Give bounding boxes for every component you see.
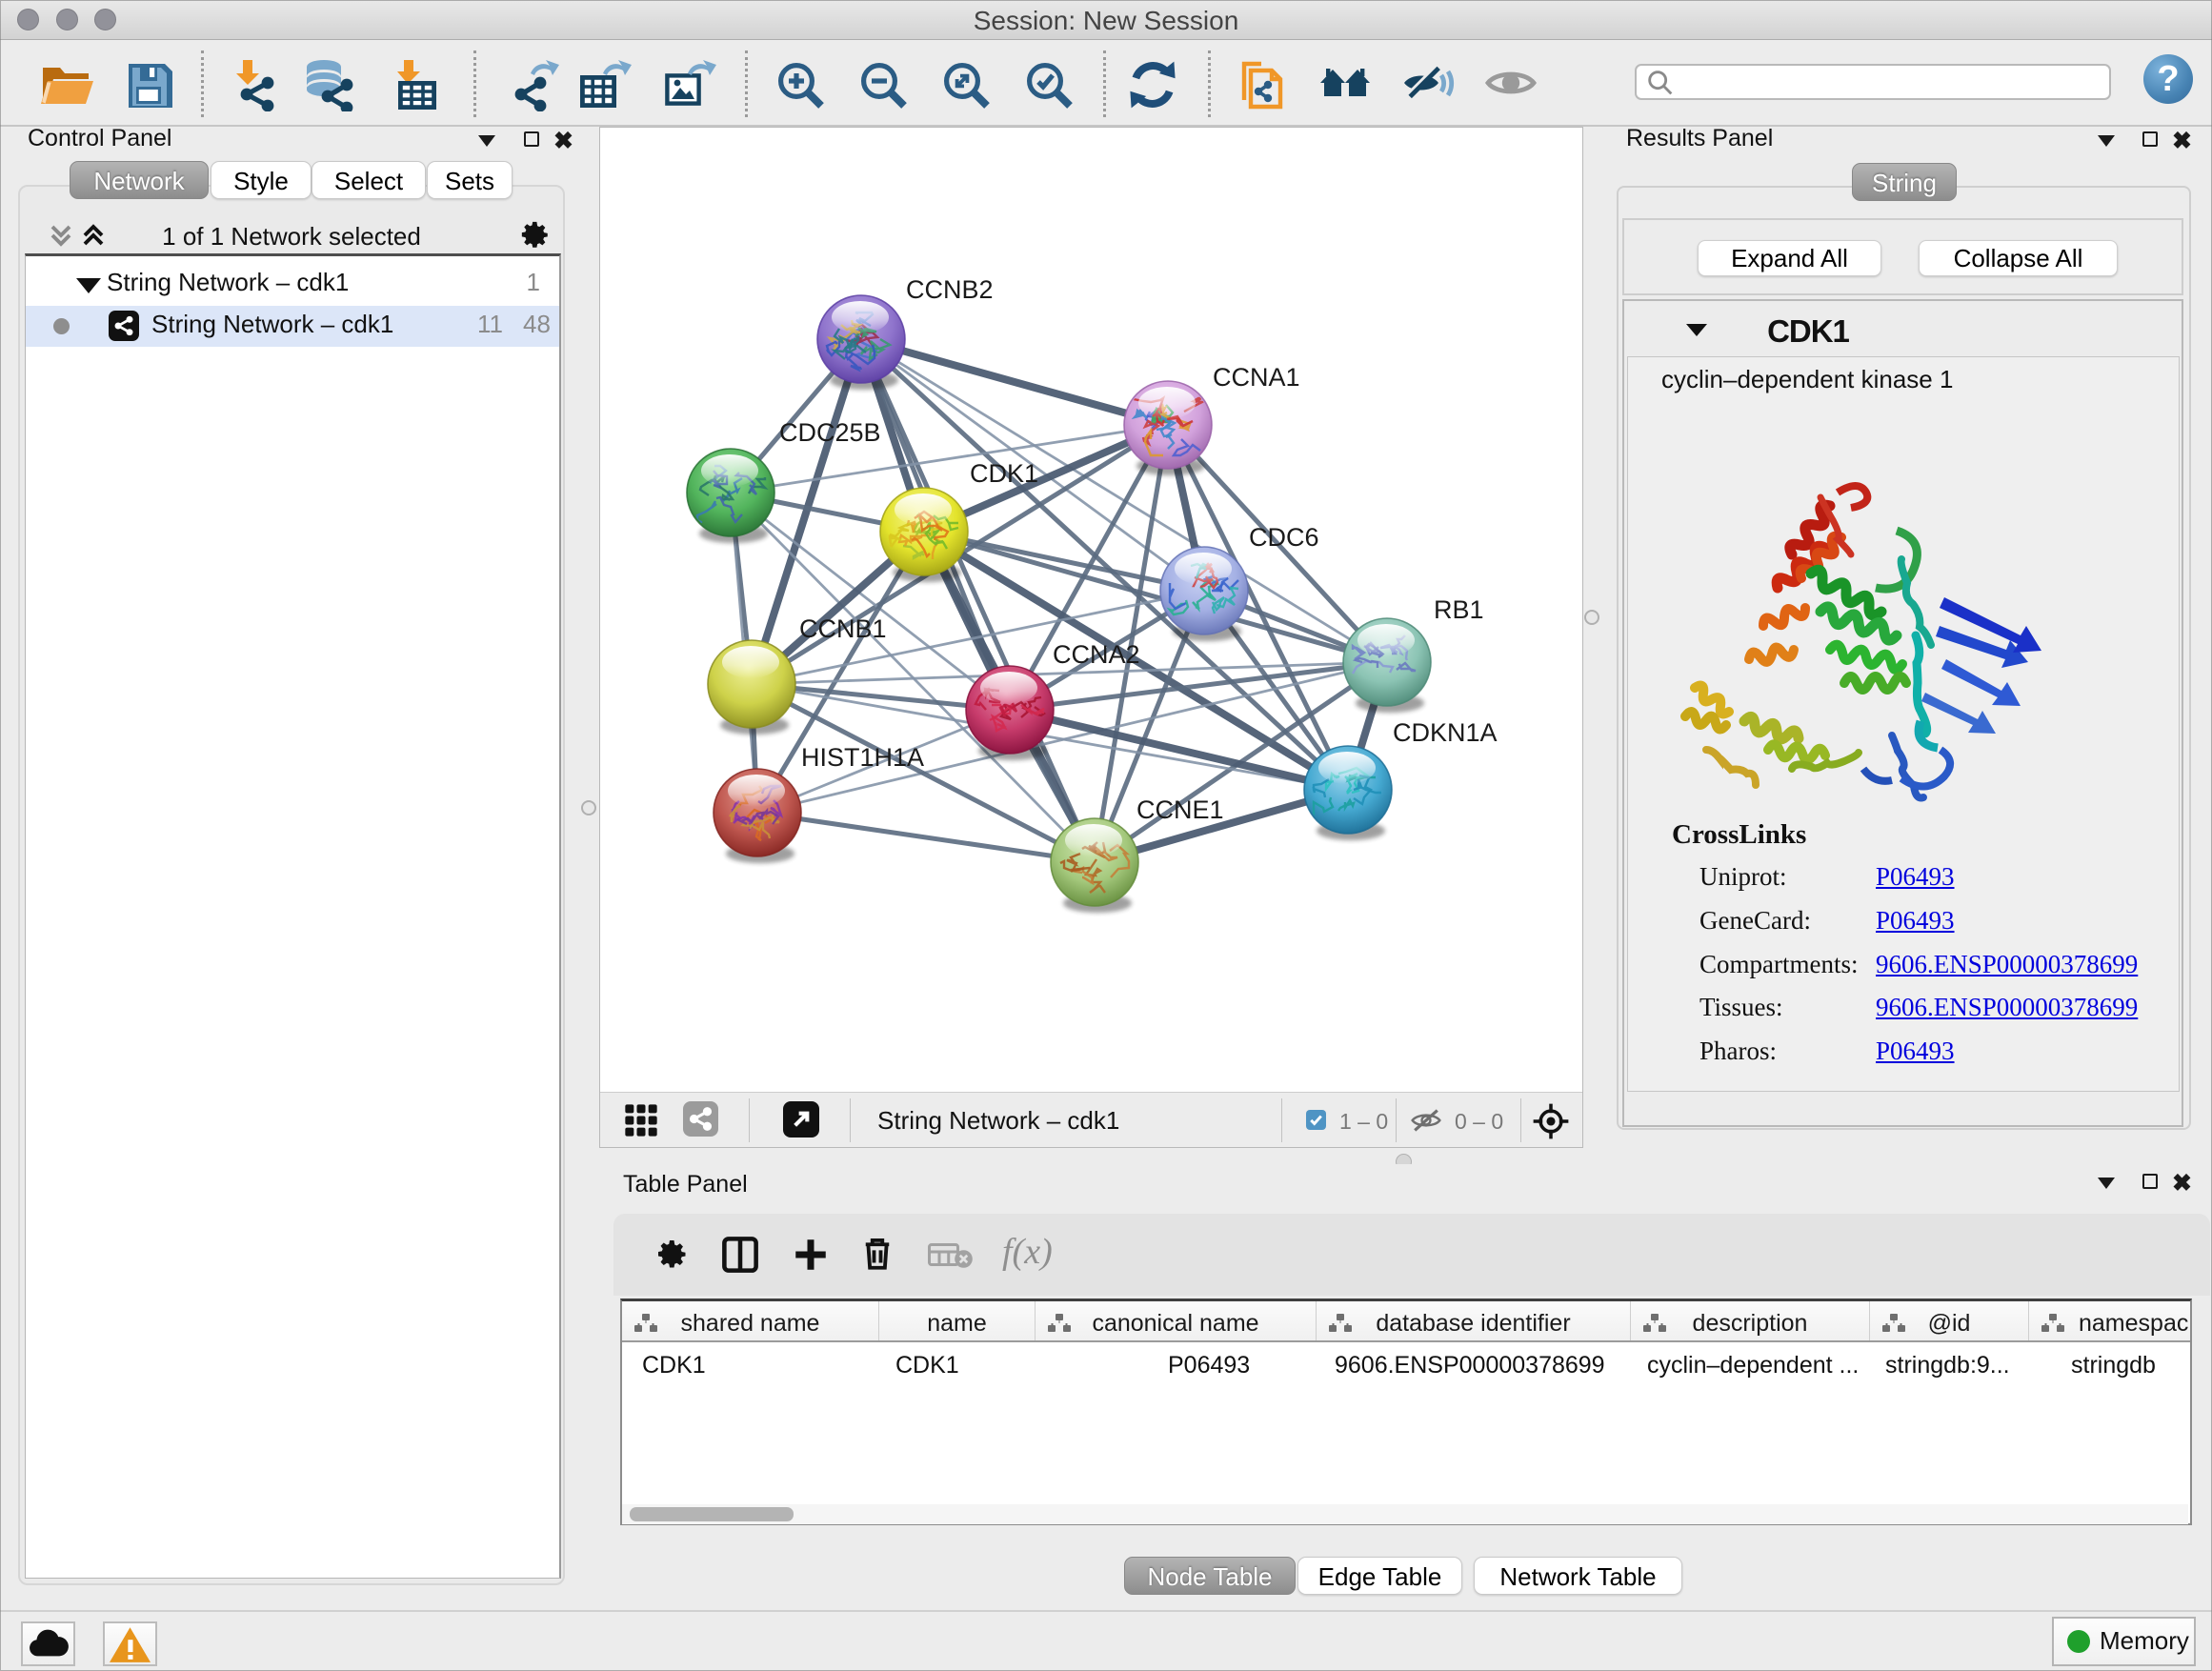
svg-text:CDKN1A: CDKN1A: [1393, 718, 1498, 747]
svg-text:CDC6: CDC6: [1249, 523, 1319, 552]
svg-text:RB1: RB1: [1434, 595, 1484, 624]
svg-text:HIST1H1A: HIST1H1A: [801, 743, 924, 772]
svg-text:CDC25B: CDC25B: [779, 418, 881, 447]
svg-text:CCNA1: CCNA1: [1213, 363, 1300, 392]
svg-text:CCNE1: CCNE1: [1136, 795, 1224, 824]
svg-text:CCNA2: CCNA2: [1053, 640, 1140, 669]
svg-text:CCNB1: CCNB1: [799, 614, 887, 643]
svg-text:CDK1: CDK1: [970, 459, 1038, 488]
svg-text:CCNB2: CCNB2: [906, 275, 994, 304]
